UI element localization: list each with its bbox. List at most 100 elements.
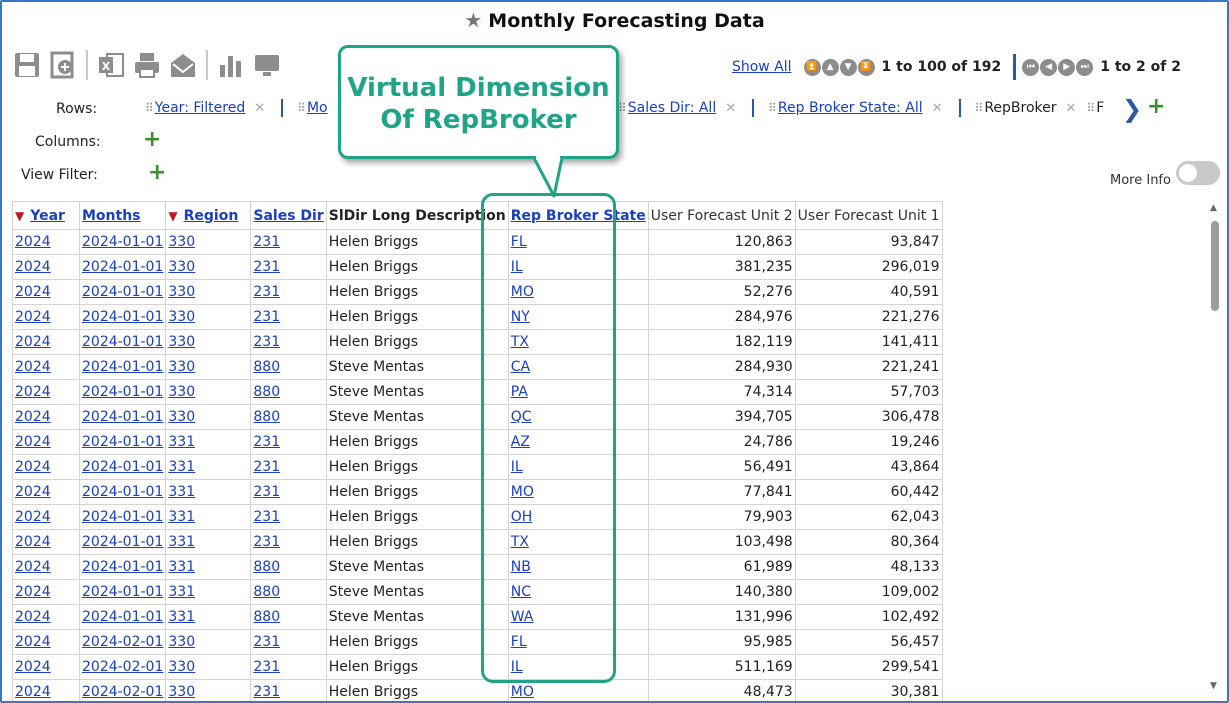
excel-icon[interactable]: X xyxy=(96,50,126,80)
drag-handle-icon[interactable]: ⠿ xyxy=(297,101,306,115)
cell-rep-broker-state-link[interactable]: NB xyxy=(511,559,531,575)
cell-sales-dir-link[interactable]: 880 xyxy=(253,409,280,425)
star-icon[interactable]: ★ xyxy=(464,8,482,32)
filter-icon[interactable]: ▼ xyxy=(168,209,177,223)
last-rows-icon[interactable]: ⏬ xyxy=(857,58,875,76)
add-filter-icon[interactable]: + xyxy=(148,160,166,185)
drag-handle-icon[interactable]: ⠿ xyxy=(145,101,154,115)
cell-rep-broker-state-link[interactable]: OH xyxy=(511,509,533,525)
cell-months-link[interactable]: 2024-01-01 xyxy=(82,409,163,425)
cell-year-link[interactable]: 2024 xyxy=(15,309,51,325)
row-chip-months[interactable]: ⠿ Mo xyxy=(297,100,327,116)
drag-handle-icon[interactable]: ⠿ xyxy=(768,101,777,115)
row-chip-year[interactable]: ⠿ Year: Filtered ✕ xyxy=(145,100,265,116)
row-chip-sales-dir[interactable]: ⠿ Sales Dir: All ✕ xyxy=(618,100,736,116)
cell-months-link[interactable]: 2024-01-01 xyxy=(82,584,163,600)
cell-region-link[interactable]: 331 xyxy=(168,459,195,475)
more-info-toggle[interactable] xyxy=(1176,161,1220,185)
cell-year-link[interactable]: 2024 xyxy=(15,434,51,450)
prev-page-icon[interactable]: ◀ xyxy=(1040,58,1058,76)
cell-region-link[interactable]: 330 xyxy=(168,334,195,350)
cell-year-link[interactable]: 2024 xyxy=(15,284,51,300)
cell-region-link[interactable]: 331 xyxy=(168,584,195,600)
cell-months-link[interactable]: 2024-01-01 xyxy=(82,459,163,475)
cell-year-link[interactable]: 2024 xyxy=(15,459,51,475)
col-header-rep-broker-state[interactable]: Rep Broker State xyxy=(507,201,649,230)
add-row-icon[interactable]: + xyxy=(1147,94,1165,119)
cell-rep-broker-state-link[interactable]: IL xyxy=(511,459,523,475)
row-chip-repbroker[interactable]: ⠿ RepBroker ✕ xyxy=(975,100,1077,116)
cell-year-link[interactable]: 2024 xyxy=(15,684,51,700)
cell-rep-broker-state-link[interactable]: NC xyxy=(511,584,531,600)
prev-rows-icon[interactable]: ▲ xyxy=(821,58,839,76)
first-page-icon[interactable]: ⏮ xyxy=(1022,58,1040,76)
cell-rep-broker-state-link[interactable]: TX xyxy=(511,534,529,550)
col-header-year[interactable]: ▼ Year xyxy=(12,201,80,230)
cell-months-link[interactable]: 2024-01-01 xyxy=(82,309,163,325)
cell-year-link[interactable]: 2024 xyxy=(15,584,51,600)
cell-months-link[interactable]: 2024-01-01 xyxy=(82,534,163,550)
drag-handle-icon[interactable]: ⠿ xyxy=(1086,101,1095,115)
cell-sales-dir-link[interactable]: 231 xyxy=(253,684,280,700)
col-header-months[interactable]: Months xyxy=(78,201,167,230)
row-chip-rep-broker-state[interactable]: ⠿ Rep Broker State: All ✕ xyxy=(768,100,942,116)
print-icon[interactable] xyxy=(132,50,162,80)
cell-year-link[interactable]: 2024 xyxy=(15,259,51,275)
cell-months-link[interactable]: 2024-01-01 xyxy=(82,284,163,300)
cell-year-link[interactable]: 2024 xyxy=(15,659,51,675)
drag-handle-icon[interactable]: ⠿ xyxy=(975,101,984,115)
monitor-icon[interactable] xyxy=(252,50,282,80)
cell-rep-broker-state-link[interactable]: NY xyxy=(511,309,530,325)
cell-year-link[interactable]: 2024 xyxy=(15,634,51,650)
col-header-label[interactable]: Sales Dir xyxy=(253,208,323,224)
cell-rep-broker-state-link[interactable]: PA xyxy=(511,384,528,400)
cell-rep-broker-state-link[interactable]: FL xyxy=(511,634,527,650)
filter-icon[interactable]: ▼ xyxy=(15,209,24,223)
col-header-label[interactable]: Region xyxy=(184,208,239,224)
cell-region-link[interactable]: 330 xyxy=(168,409,195,425)
cell-sales-dir-link[interactable]: 880 xyxy=(253,584,280,600)
add-report-icon[interactable] xyxy=(48,50,78,80)
cell-rep-broker-state-link[interactable]: MO xyxy=(511,284,534,300)
col-header-region[interactable]: ▼ Region xyxy=(165,201,252,230)
row-chip-label[interactable]: Year: Filtered xyxy=(155,100,245,116)
remove-icon[interactable]: ✕ xyxy=(932,101,943,116)
cell-year-link[interactable]: 2024 xyxy=(15,534,51,550)
cell-region-link[interactable]: 331 xyxy=(168,534,195,550)
cell-months-link[interactable]: 2024-01-01 xyxy=(82,259,163,275)
cell-year-link[interactable]: 2024 xyxy=(15,484,51,500)
cell-months-link[interactable]: 2024-01-01 xyxy=(82,434,163,450)
cell-rep-broker-state-link[interactable]: QC xyxy=(511,409,532,425)
row-chip-label[interactable]: Sales Dir: All xyxy=(628,100,716,116)
scroll-down-icon[interactable]: ▼ xyxy=(1210,681,1217,691)
remove-icon[interactable]: ✕ xyxy=(725,101,736,116)
cell-rep-broker-state-link[interactable]: IL xyxy=(511,259,523,275)
cell-sales-dir-link[interactable]: 231 xyxy=(253,509,280,525)
cell-region-link[interactable]: 330 xyxy=(168,659,195,675)
show-all-link[interactable]: Show All xyxy=(732,59,792,75)
cell-sales-dir-link[interactable]: 880 xyxy=(253,359,280,375)
row-chip-label[interactable]: Rep Broker State: All xyxy=(778,100,923,116)
cell-months-link[interactable]: 2024-02-01 xyxy=(82,684,163,700)
remove-icon[interactable]: ✕ xyxy=(1066,101,1077,116)
cell-region-link[interactable]: 331 xyxy=(168,484,195,500)
cell-sales-dir-link[interactable]: 231 xyxy=(253,659,280,675)
cell-region-link[interactable]: 330 xyxy=(168,634,195,650)
cell-region-link[interactable]: 331 xyxy=(168,434,195,450)
col-header-sales-dir[interactable]: Sales Dir xyxy=(250,201,327,230)
cell-year-link[interactable]: 2024 xyxy=(15,609,51,625)
cell-sales-dir-link[interactable]: 231 xyxy=(253,434,280,450)
cell-region-link[interactable]: 330 xyxy=(168,359,195,375)
scroll-up-icon[interactable]: ▲ xyxy=(1210,203,1217,213)
cell-rep-broker-state-link[interactable]: AZ xyxy=(511,434,530,450)
cell-sales-dir-link[interactable]: 231 xyxy=(253,284,280,300)
cell-region-link[interactable]: 330 xyxy=(168,234,195,250)
cell-rep-broker-state-link[interactable]: IL xyxy=(511,659,523,675)
col-header-label[interactable]: Rep Broker State xyxy=(511,208,646,224)
cell-months-link[interactable]: 2024-01-01 xyxy=(82,559,163,575)
cell-sales-dir-link[interactable]: 231 xyxy=(253,334,280,350)
next-page-icon[interactable]: ▶ xyxy=(1058,58,1076,76)
next-rows-icon[interactable]: ▼ xyxy=(839,58,857,76)
cell-year-link[interactable]: 2024 xyxy=(15,234,51,250)
cell-sales-dir-link[interactable]: 231 xyxy=(253,259,280,275)
